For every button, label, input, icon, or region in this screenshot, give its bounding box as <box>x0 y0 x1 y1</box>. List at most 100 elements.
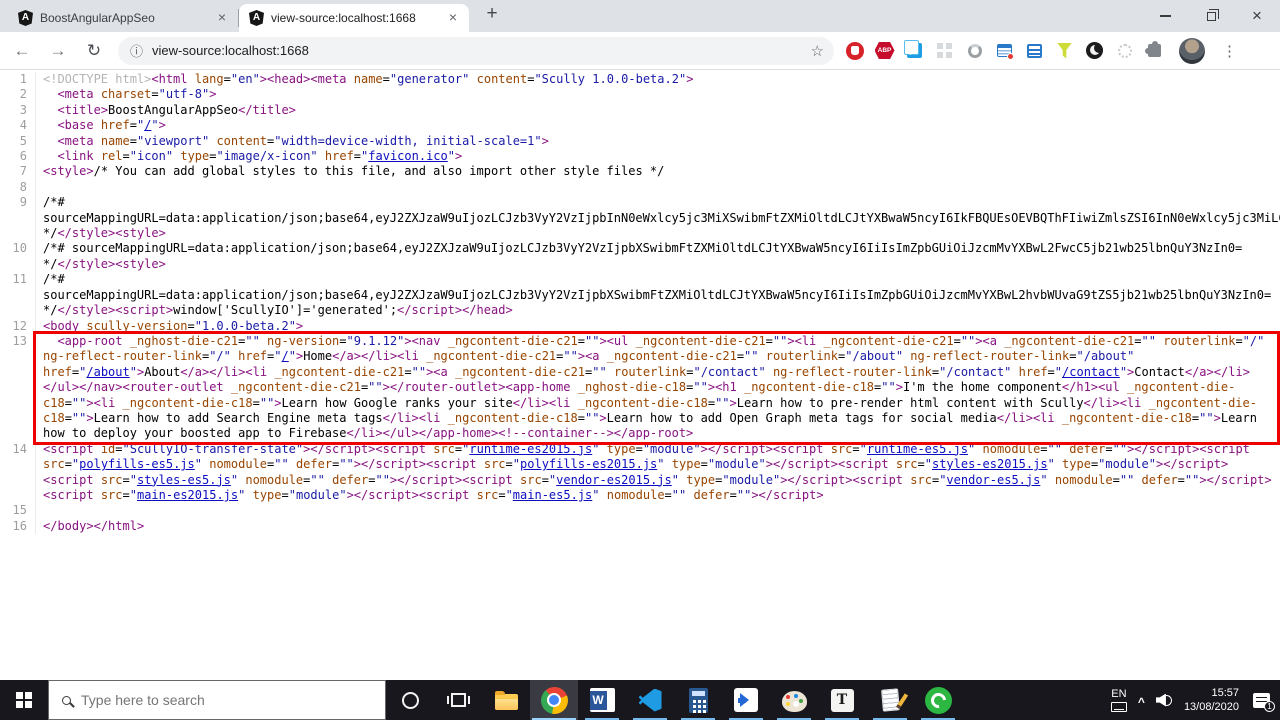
source-link[interactable]: styles-es2015.js <box>932 457 1048 471</box>
source-line-highlighted: 13 <app-root _nghost-die-c21="" ng-versi… <box>0 330 1280 445</box>
system-tray: EN ^ 15:57 13/08/2020 1 <box>1110 680 1280 720</box>
profile-avatar[interactable] <box>1179 37 1205 64</box>
source-line: 6 <link rel="icon" type="image/x-icon" h… <box>0 149 1277 165</box>
taskbar-search[interactable] <box>48 680 386 720</box>
restore-icon <box>1206 9 1219 21</box>
grid-extension-icon[interactable] <box>934 40 955 61</box>
source-line: 11/*# sourceMappingURL=data:application/… <box>0 272 1277 319</box>
line-code: <base href="/"> <box>57 118 166 133</box>
url-text[interactable]: view-source:localhost:1668 <box>152 43 802 58</box>
source-line: 16 </body></html> <box>0 518 1277 535</box>
loop-extension-icon[interactable] <box>964 40 985 61</box>
new-tab-button[interactable]: + <box>479 2 505 28</box>
circle-extension-icon[interactable] <box>1114 40 1135 61</box>
page-info-icon[interactable]: ⓘ <box>130 41 143 60</box>
share-pages-icon[interactable] <box>904 40 925 61</box>
task-view-button[interactable] <box>434 680 482 720</box>
source-link[interactable]: /contact <box>1062 365 1120 379</box>
calculator-button[interactable] <box>674 680 722 720</box>
taskbar-clock[interactable]: 15:57 13/08/2020 <box>1184 686 1239 714</box>
speaker-icon[interactable] <box>1156 694 1173 707</box>
source-link[interactable]: runtime-es2015.js <box>469 442 592 456</box>
start-button[interactable] <box>0 680 48 720</box>
source-link[interactable]: polyfills-es5.js <box>79 457 195 471</box>
line-code: <meta charset="utf-8"> <box>57 87 217 102</box>
abp-icon[interactable]: ABP <box>874 40 895 61</box>
paint-icon <box>781 690 807 712</box>
bookmark-star-icon[interactable]: ☆ <box>811 42 824 60</box>
paint-button[interactable] <box>770 680 818 720</box>
source-link[interactable]: main-es5.js <box>513 488 592 502</box>
source-link[interactable]: vendor-es5.js <box>946 473 1040 487</box>
teamviewer-icon <box>734 688 758 712</box>
source-link[interactable]: / <box>282 349 289 363</box>
source-link[interactable]: polyfills-es2015.js <box>520 457 657 471</box>
dark-mode-moon-icon[interactable] <box>1084 40 1105 61</box>
source-line: 10/*# sourceMappingURL=data:application/… <box>0 241 1277 273</box>
language-indicator[interactable]: EN <box>1110 688 1127 712</box>
teamviewer-button[interactable] <box>722 680 770 720</box>
hidden-icons-chevron[interactable]: ^ <box>1138 695 1145 709</box>
source-link[interactable]: /about <box>86 365 129 379</box>
source-link[interactable]: runtime-es5.js <box>867 442 968 456</box>
source-line: 15 <box>0 503 1277 519</box>
source-link[interactable]: favicon.ico <box>368 149 447 163</box>
source-line: 12 <body scully-version="1.0.0-beta.2"> <box>0 318 1277 334</box>
reload-icon[interactable]: ↻ <box>80 41 108 61</box>
search-input[interactable] <box>81 692 372 708</box>
window-controls: × <box>1142 0 1280 32</box>
browser-toolbar: ← → ↻ ⓘ view-source:localhost:1668 ☆ ABP… <box>0 32 1280 70</box>
action-center-icon[interactable]: 1 <box>1253 692 1275 712</box>
word-button[interactable]: W <box>578 680 626 720</box>
word-icon: W <box>589 688 615 712</box>
line-number: 6 <box>0 149 36 165</box>
adblock-hand-icon[interactable] <box>844 40 865 61</box>
address-bar[interactable]: ⓘ view-source:localhost:1668 ☆ <box>118 36 834 65</box>
table-blocker-icon[interactable] <box>994 40 1015 61</box>
windows-taskbar: W T EN ^ 15:57 13/08/2020 1 <box>0 680 1280 720</box>
line-code: <!DOCTYPE html><html lang="en"><head><me… <box>43 72 694 86</box>
line-number: 16 <box>0 518 36 535</box>
tab-boostangularappseo[interactable]: A BoostAngularAppSeo × <box>8 4 238 32</box>
file-explorer-button[interactable] <box>482 680 530 720</box>
line-number: 10 <box>0 241 36 273</box>
text-editor-button[interactable]: T <box>818 680 866 720</box>
line-code: <meta name="viewport" content="width=dev… <box>57 133 549 148</box>
angular-favicon-icon: A <box>249 10 264 26</box>
text-editor-icon: T <box>830 688 854 712</box>
minimize-button[interactable] <box>1142 0 1188 32</box>
whatsapp-button[interactable] <box>914 680 962 720</box>
tab-close-icon[interactable]: × <box>214 10 230 26</box>
source-link[interactable]: styles-es5.js <box>137 473 231 487</box>
funnel-icon[interactable] <box>1054 40 1075 61</box>
browser-menu-icon[interactable]: ⋮ <box>1222 42 1237 60</box>
close-button[interactable]: × <box>1234 0 1280 32</box>
line-code: /*# sourceMappingURL=data:application/js… <box>43 241 1250 271</box>
tab-close-icon[interactable]: × <box>445 10 461 26</box>
source-code: 1 <!DOCTYPE html><html lang="en"><head><m… <box>0 70 1280 680</box>
line-code <box>36 503 1277 518</box>
line-number: 9 <box>0 195 36 242</box>
notepad-button[interactable] <box>866 680 914 720</box>
line-code: <style>/* You can add global styles to t… <box>43 164 665 179</box>
cortana-icon <box>401 691 419 709</box>
line-number: 4 <box>0 118 36 134</box>
blue-grid-icon[interactable] <box>1024 40 1045 61</box>
keyboard-icon <box>1110 702 1127 712</box>
chrome-icon <box>540 686 568 714</box>
back-icon[interactable]: ← <box>8 41 36 61</box>
line-number: 8 <box>0 179 36 196</box>
chrome-button[interactable] <box>530 680 578 720</box>
extensions-puzzle-icon[interactable] <box>1144 40 1165 61</box>
cortana-button[interactable] <box>386 680 434 720</box>
language-label: EN <box>1111 688 1127 700</box>
restore-button[interactable] <box>1188 0 1234 32</box>
forward-icon[interactable]: → <box>44 41 72 61</box>
tab-view-source[interactable]: A view-source:localhost:1668 × <box>239 4 469 32</box>
task-view-icon <box>446 693 470 707</box>
source-link[interactable]: vendor-es2015.js <box>556 473 672 487</box>
line-number: 11 <box>0 272 36 319</box>
source-link[interactable]: main-es2015.js <box>137 488 238 502</box>
line-number: 12 <box>0 318 36 334</box>
vscode-button[interactable] <box>626 680 674 720</box>
